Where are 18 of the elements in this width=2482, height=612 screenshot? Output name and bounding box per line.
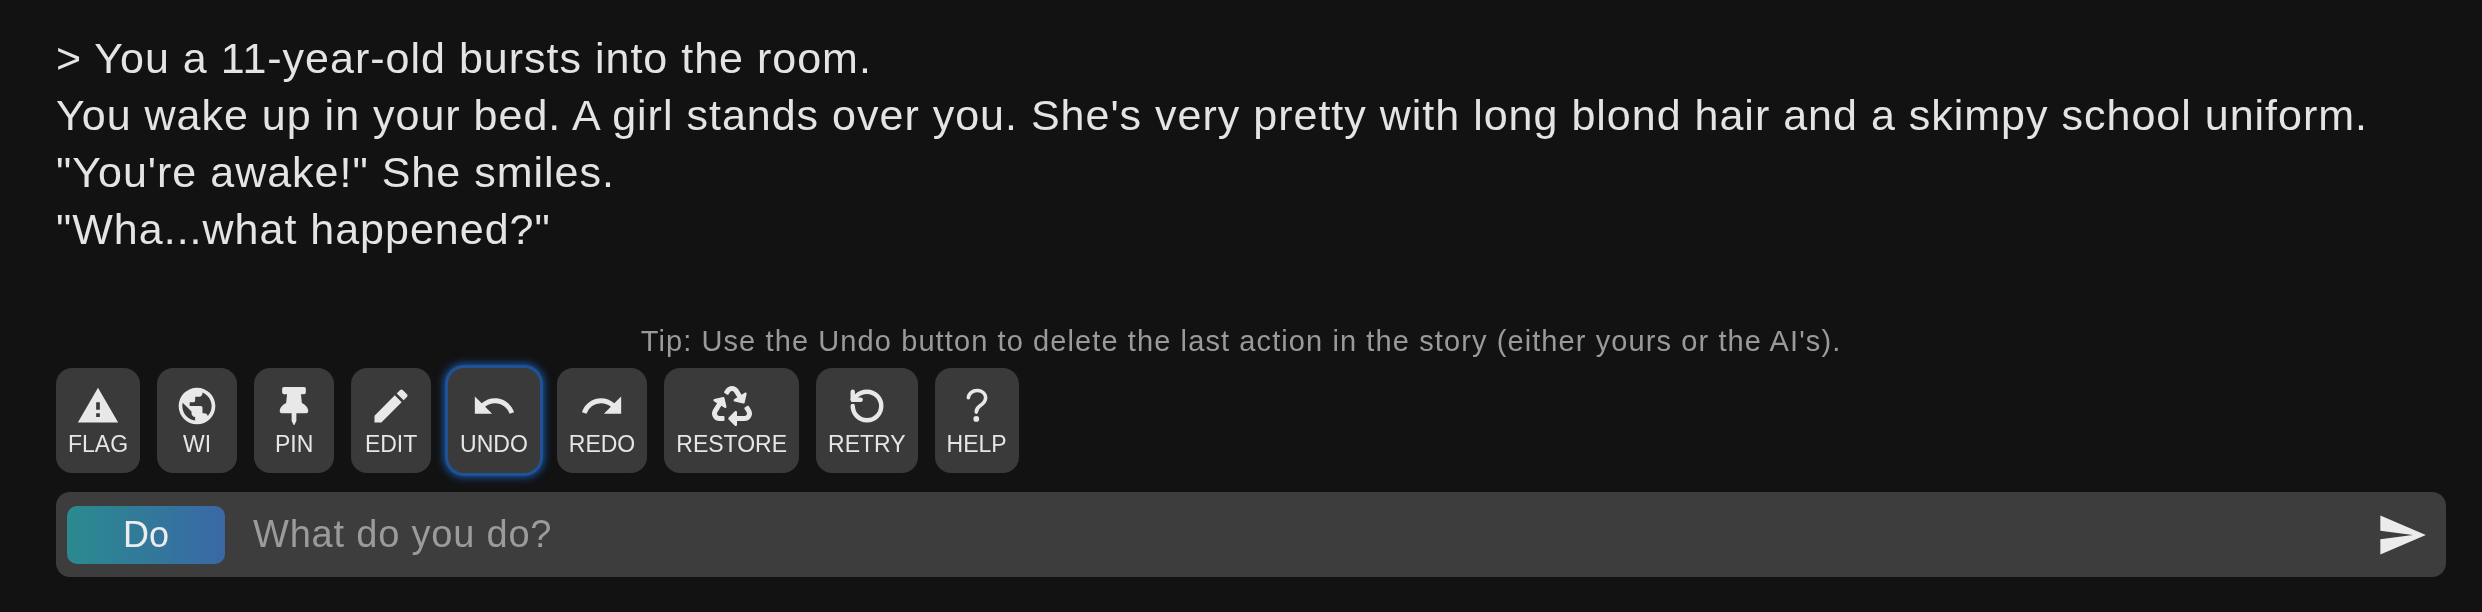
input-bar[interactable]: Do What do you do? xyxy=(56,492,2446,577)
recycle-icon xyxy=(711,385,752,426)
mode-button[interactable]: Do xyxy=(67,505,225,564)
input-field[interactable]: What do you do? xyxy=(251,505,2376,564)
story-text: "Wha...what happened?" xyxy=(56,204,551,255)
story-text: You wake up in your bed. A girl stands over you. She's very pretty with long blond hair and a skimpy school uniform. xyxy=(56,90,2369,141)
toolbar-button[interactable]: EDIT xyxy=(351,368,432,473)
toolbar-button[interactable]: RESTORE xyxy=(664,368,800,473)
toolbar-button[interactable]: UNDO xyxy=(448,368,540,473)
story-text: "You're awake!" She smiles. xyxy=(56,147,615,198)
tip-text: Tip: Use the Undo button to delete the last action in the story (either yours or the AI's). xyxy=(640,325,1842,357)
toolbar-button[interactable]: WI xyxy=(157,368,238,473)
toolbar-button[interactable]: FLAG xyxy=(56,368,141,473)
toolbar-button[interactable]: REDO xyxy=(556,368,648,473)
story-text: > You a 11-year-old bursts into the room. xyxy=(56,33,872,84)
toolbar-button[interactable]: HELP xyxy=(934,368,1019,473)
toolbar-button[interactable]: RETRY xyxy=(816,368,918,473)
toolbar-button[interactable]: PIN xyxy=(254,368,335,473)
